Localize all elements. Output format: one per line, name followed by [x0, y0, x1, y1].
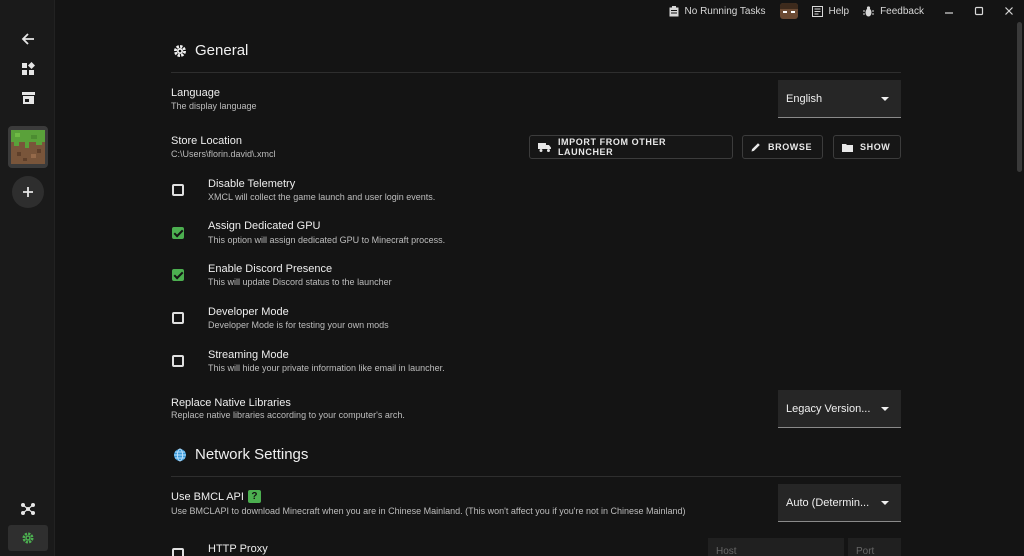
- native-value: Legacy Version...: [786, 402, 871, 415]
- scrollbar[interactable]: [1017, 22, 1022, 172]
- general-title: General: [195, 42, 249, 59]
- plus-icon: [23, 187, 33, 197]
- native-sub: Replace native libraries according to yo…: [171, 410, 405, 420]
- show-button[interactable]: SHOW: [833, 135, 901, 159]
- network-title: Network Settings: [195, 446, 309, 463]
- dedicated-gpu-checkbox[interactable]: [172, 227, 184, 239]
- minimize-icon: [945, 12, 953, 14]
- gear-icon: [174, 44, 186, 57]
- grass-block-icon: [11, 130, 45, 164]
- bmcl-value: Auto (Determin...: [786, 496, 870, 509]
- book-icon: [811, 5, 823, 17]
- option-title: Disable Telemetry: [208, 178, 296, 190]
- general-section-title: General: [173, 42, 248, 59]
- option-sub: XMCL will collect the game launch and us…: [208, 192, 436, 202]
- help-badge-icon[interactable]: ?: [247, 490, 261, 503]
- help-button[interactable]: Help: [811, 5, 850, 17]
- clipboard-icon: [669, 5, 679, 16]
- browse-label: BROWSE: [768, 142, 813, 152]
- proxy-port-field[interactable]: Port: [848, 538, 901, 556]
- native-select[interactable]: Legacy Version...: [778, 390, 901, 428]
- option-title: Streaming Mode: [208, 349, 289, 361]
- bug-icon: [863, 5, 875, 16]
- pencil-icon: [751, 143, 760, 152]
- option-title: Enable Discord Presence: [208, 263, 333, 275]
- dashboard-icon[interactable]: [14, 55, 42, 83]
- maximize-icon: [974, 6, 984, 16]
- store-path: C:\Users\florin.david\.xmcl: [171, 149, 276, 159]
- network-section-title: Network Settings: [173, 446, 308, 463]
- instance-grass-block[interactable]: [8, 126, 48, 168]
- general-divider: [171, 72, 901, 73]
- bmcl-select[interactable]: Auto (Determin...: [778, 484, 901, 522]
- close-button[interactable]: [994, 6, 1024, 16]
- top-bar: No Running Tasks Help Feedback: [55, 0, 1024, 22]
- sidebar: [0, 0, 55, 556]
- language-title: Language: [171, 87, 220, 99]
- bmcl-title-row: Use BMCL API ?: [171, 490, 261, 503]
- import-label: IMPORT FROM OTHER LAUNCHER: [557, 137, 667, 157]
- developer-mode-checkbox[interactable]: [172, 312, 184, 324]
- proxy-host-field[interactable]: Host: [708, 538, 844, 556]
- language-select[interactable]: English: [778, 80, 901, 118]
- multiplayer-icon[interactable]: [14, 495, 42, 523]
- back-arrow-icon[interactable]: [14, 25, 42, 53]
- telemetry-checkbox[interactable]: [172, 184, 184, 196]
- option-title: Developer Mode: [208, 306, 289, 318]
- gear-icon: [22, 532, 34, 544]
- chevron-down-icon: [881, 501, 889, 505]
- help-label: Help: [828, 5, 850, 17]
- folder-icon: [842, 143, 853, 152]
- show-label: SHOW: [860, 142, 891, 152]
- maximize-button[interactable]: [964, 6, 994, 16]
- avatar: [779, 3, 798, 19]
- option-sub: This will update Discord status to the l…: [208, 277, 392, 287]
- chevron-down-icon: [881, 407, 889, 411]
- discord-presence-checkbox[interactable]: [172, 269, 184, 281]
- add-instance-button[interactable]: [12, 176, 44, 208]
- tasks-indicator[interactable]: No Running Tasks: [669, 5, 766, 17]
- option-sub: This will hide your private information …: [208, 363, 445, 373]
- option-sub: Developer Mode is for testing your own m…: [208, 320, 389, 330]
- tasks-label: No Running Tasks: [684, 5, 766, 17]
- network-divider: [171, 476, 901, 477]
- truck-icon: [538, 142, 551, 152]
- option-title: Assign Dedicated GPU: [208, 220, 321, 232]
- close-icon: [1005, 7, 1013, 15]
- bmcl-title: Use BMCL API: [171, 490, 244, 503]
- store-title: Store Location: [171, 135, 242, 147]
- globe-icon: [174, 448, 186, 461]
- streaming-mode-checkbox[interactable]: [172, 355, 184, 367]
- chevron-down-icon: [881, 97, 889, 101]
- language-sub: The display language: [171, 101, 257, 111]
- proxy-title: HTTP Proxy: [208, 543, 268, 555]
- store-icon[interactable]: [14, 84, 42, 112]
- browse-button[interactable]: BROWSE: [742, 135, 823, 159]
- bmcl-sub: Use BMCLAPI to download Minecraft when y…: [171, 506, 686, 516]
- feedback-button[interactable]: Feedback: [863, 6, 924, 17]
- user-avatar[interactable]: [779, 3, 798, 19]
- language-value: English: [786, 92, 823, 105]
- settings-button[interactable]: [8, 525, 48, 551]
- native-title: Replace Native Libraries: [171, 397, 291, 409]
- option-sub: This option will assign dedicated GPU to…: [208, 235, 446, 245]
- feedback-label: Feedback: [880, 5, 924, 17]
- http-proxy-checkbox[interactable]: [172, 548, 184, 556]
- import-button[interactable]: IMPORT FROM OTHER LAUNCHER: [529, 135, 733, 159]
- minimize-button[interactable]: [934, 6, 964, 16]
